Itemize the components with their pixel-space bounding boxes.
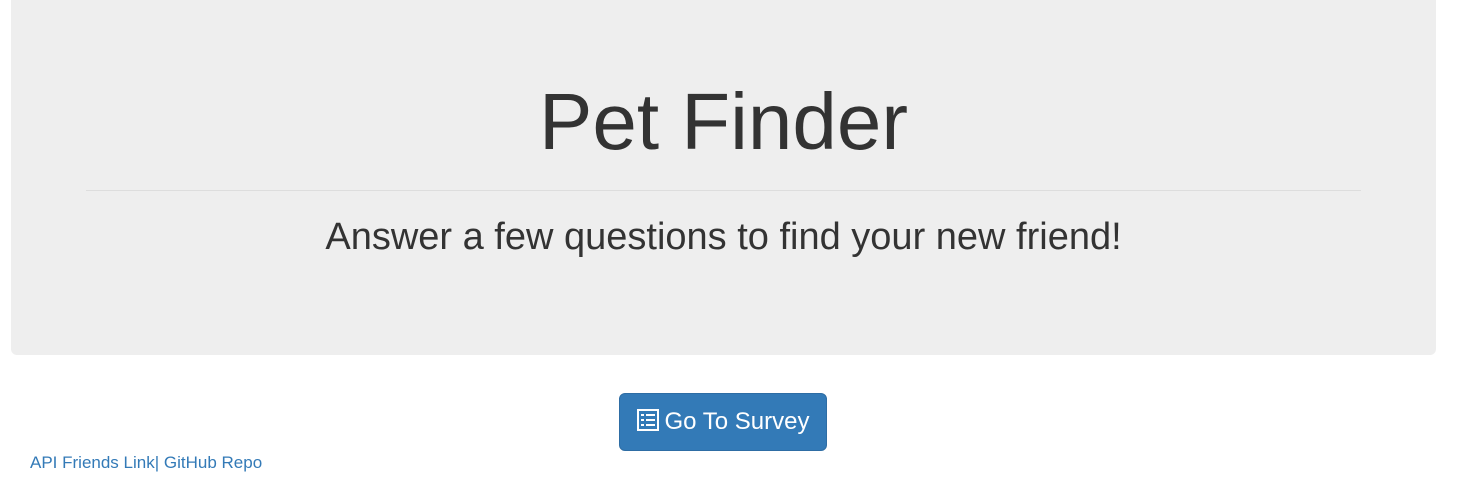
link-separator: | (154, 453, 160, 472)
github-repo-link[interactable]: GitHub Repo (164, 453, 262, 472)
page-subtitle: Answer a few questions to find your new … (325, 216, 1122, 258)
go-to-survey-button[interactable]: Go To Survey (619, 393, 827, 451)
list-alt-icon (636, 409, 659, 431)
api-friends-link[interactable]: API Friends Link (30, 453, 155, 472)
divider (86, 190, 1361, 191)
jumbotron: Pet Finder Answer a few questions to fin… (11, 0, 1436, 355)
footer-links: API Friends Link| GitHub Repo (30, 452, 262, 474)
go-to-survey-label: Go To Survey (664, 408, 810, 435)
page-title: Pet Finder (538, 77, 909, 166)
